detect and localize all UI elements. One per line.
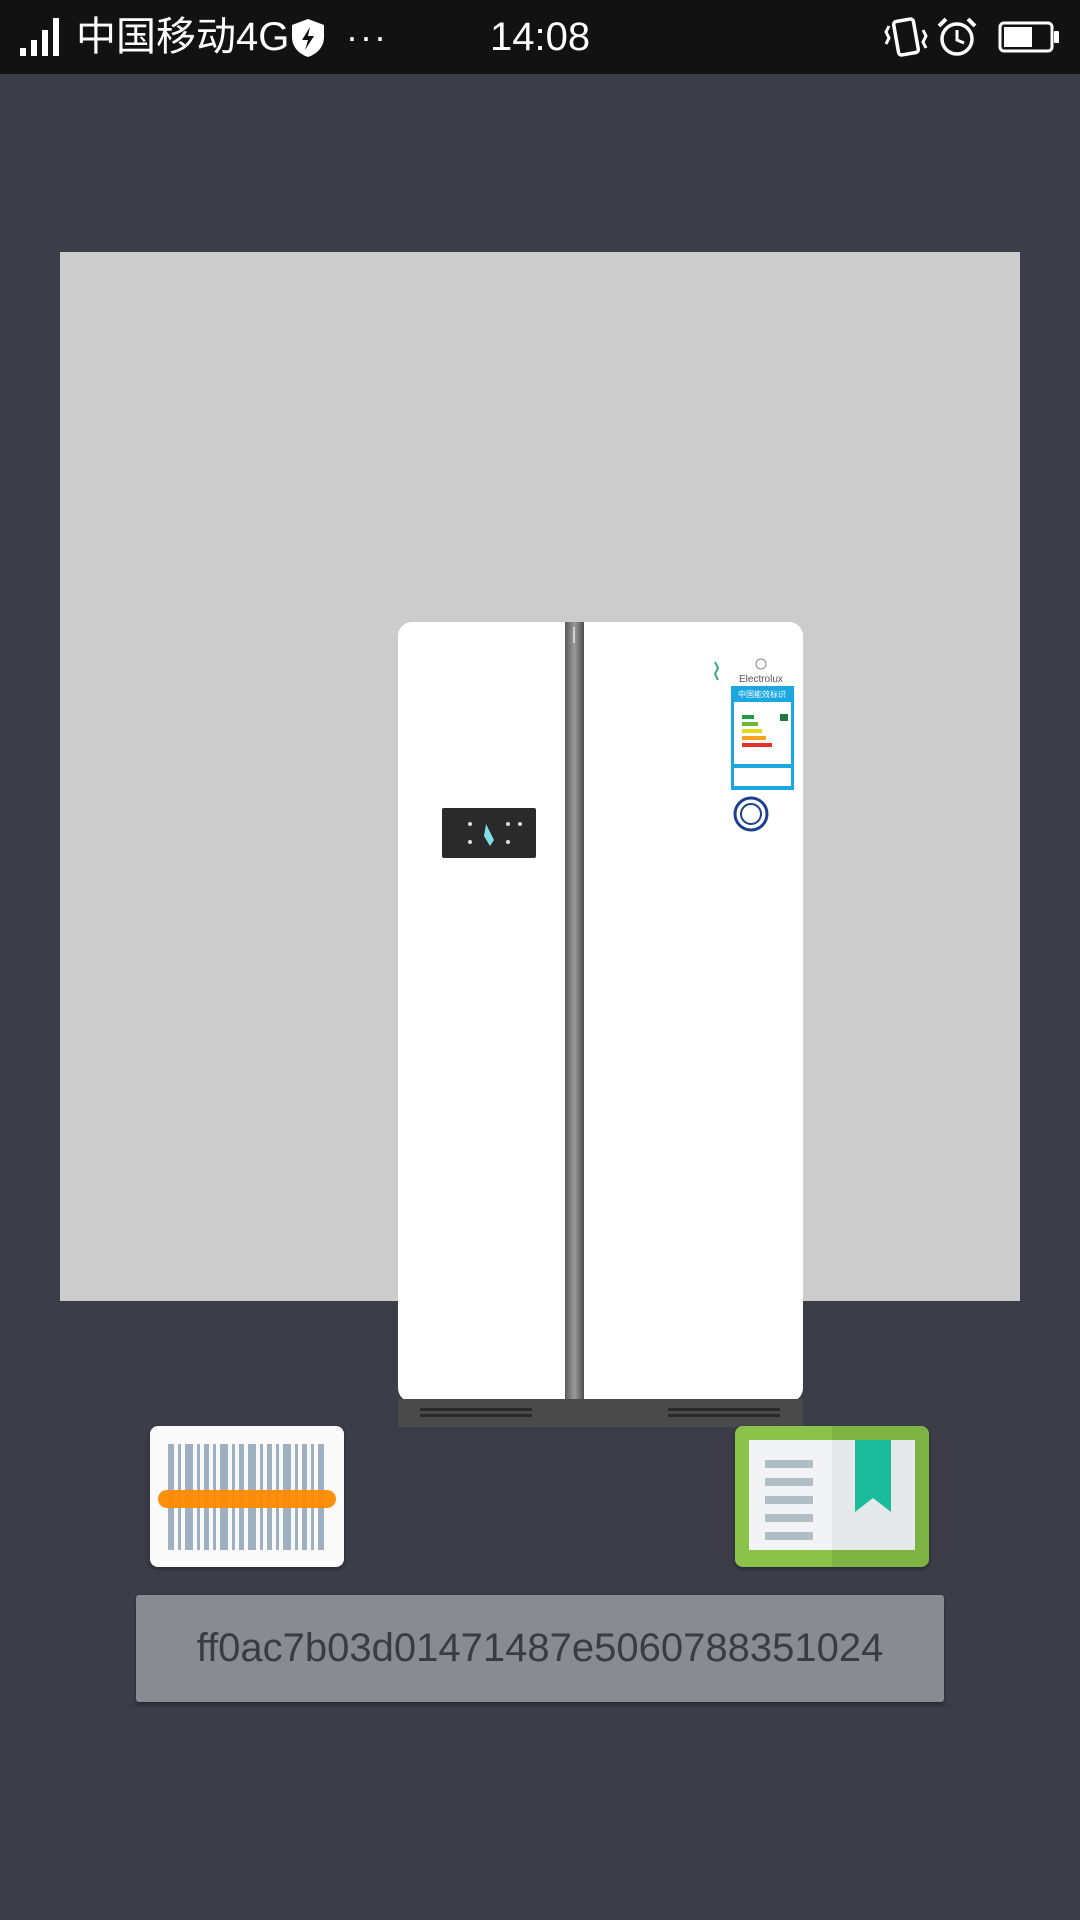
status-bar: 中国移动4G ··· 14:08 (0, 0, 1080, 74)
product-image-panel: Electrolux 中国能效标识 (60, 252, 1020, 1427)
clock: 14:08 (490, 15, 591, 59)
book-bookmark-icon (735, 1426, 929, 1567)
carrier-label: 中国移动4G (76, 15, 290, 59)
barcode-scan-icon (158, 1444, 336, 1550)
more-indicator: ··· (346, 16, 388, 57)
energy-label-title: 中国能效标识 (738, 689, 786, 699)
alarm-icon (937, 17, 977, 56)
catalog-button[interactable] (735, 1426, 929, 1567)
signal-icon (20, 18, 59, 56)
product-id-field[interactable]: ff0ac7b03d01471487e5060788351024 (136, 1595, 944, 1702)
refrigerator-image: Electrolux 中国能效标识 (398, 622, 803, 1427)
scan-barcode-button[interactable] (150, 1426, 344, 1567)
vibrate-icon (884, 17, 928, 57)
battery-icon (998, 21, 1059, 53)
shield-icon (292, 19, 324, 57)
brand-label: Electrolux (739, 674, 783, 685)
